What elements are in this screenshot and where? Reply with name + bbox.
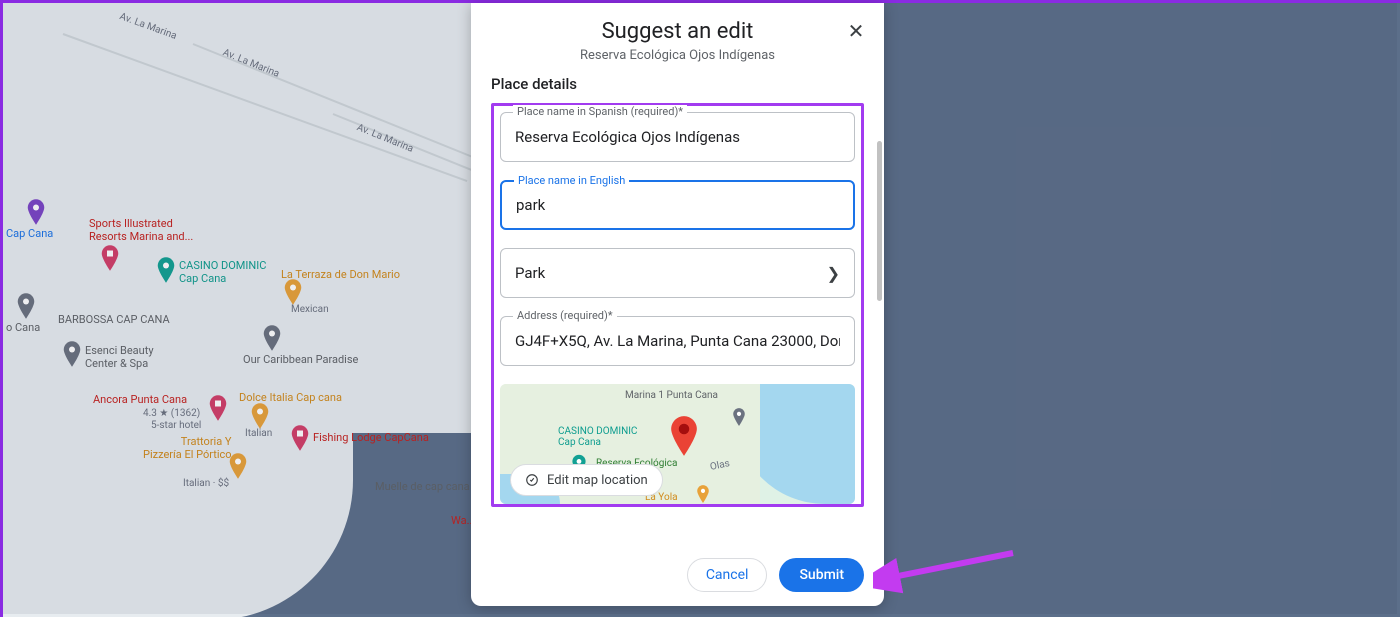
- suggest-edit-dialog: Suggest an edit Reserva Ecológica Ojos I…: [471, 3, 884, 606]
- place-name-spanish-input[interactable]: [515, 128, 840, 146]
- hotel-pin-icon[interactable]: [291, 425, 309, 451]
- mini-map-label: Marina 1 Punta Cana: [625, 390, 718, 401]
- place-name-spanish-field[interactable]: Place name in Spanish (required)*: [500, 112, 855, 162]
- dialog-subtitle: Reserva Ecológica Ojos Indígenas: [491, 48, 864, 63]
- address-field[interactable]: Address (required)*: [500, 316, 855, 366]
- restaurant-pin-icon: [697, 485, 710, 503]
- poi-label[interactable]: BARBOSSA CAP CANA: [58, 313, 170, 326]
- restaurant-pin-icon[interactable]: [284, 279, 302, 305]
- hotel-pin-icon[interactable]: [27, 199, 45, 225]
- field-label: Address (required)*: [513, 309, 617, 322]
- restaurant-pin-icon[interactable]: [251, 403, 269, 429]
- pin-icon[interactable]: [63, 341, 81, 367]
- address-input[interactable]: [515, 332, 840, 350]
- edit-location-icon: [525, 473, 539, 487]
- close-button[interactable]: ✕: [842, 17, 870, 45]
- restaurant-pin-icon[interactable]: [229, 453, 247, 479]
- section-heading: Place details: [491, 75, 864, 93]
- edit-map-location-label: Edit map location: [547, 473, 648, 488]
- teal-pin-icon[interactable]: [157, 257, 175, 283]
- annotation-highlight-box: Place name in Spanish (required)* Place …: [491, 103, 864, 507]
- poi-label[interactable]: Sports Illustrated Resorts Marina and...: [89, 217, 193, 243]
- place-name-english-field[interactable]: Place name in English: [500, 180, 855, 230]
- place-name-english-input[interactable]: [516, 196, 839, 214]
- mini-map-label: CASINO DOMINIC Cap Cana: [558, 426, 637, 448]
- hotel-pin-icon[interactable]: [209, 395, 227, 421]
- scrollbar[interactable]: [877, 141, 882, 301]
- poi-label[interactable]: Trattoria Y Pizzería El Pórtico: [143, 435, 232, 461]
- pin-icon[interactable]: [263, 325, 281, 351]
- poi-label[interactable]: CASINO DOMINIC Cap Cana: [179, 259, 266, 285]
- poi-label[interactable]: o Cana: [6, 321, 40, 334]
- pin-icon: [733, 408, 746, 426]
- chevron-right-icon: ❯: [827, 264, 840, 283]
- cancel-button[interactable]: Cancel: [687, 558, 768, 592]
- poi-label[interactable]: Fishing Lodge CapCana: [313, 431, 429, 444]
- close-icon: ✕: [848, 19, 865, 43]
- hotel-pin-icon[interactable]: [101, 245, 119, 271]
- poi-label[interactable]: Cap Cana: [6, 227, 53, 240]
- pin-icon[interactable]: [17, 293, 35, 319]
- field-label: Place name in English: [514, 174, 629, 187]
- field-label: Place name in Spanish (required)*: [513, 105, 687, 118]
- dialog-title: Suggest an edit: [491, 19, 864, 44]
- poi-sublabel: Italian · $$: [183, 477, 229, 490]
- location-mini-map[interactable]: Marina 1 Punta Cana CASINO DOMINIC Cap C…: [500, 384, 855, 504]
- poi-label[interactable]: Muelle de cap cana: [375, 480, 470, 493]
- poi-sublabel: 5-star hotel: [151, 419, 201, 432]
- category-value: Park: [515, 264, 545, 282]
- poi-label[interactable]: Dolce Italia Cap cana: [239, 391, 342, 404]
- edit-map-location-button[interactable]: Edit map location: [510, 464, 663, 496]
- poi-label[interactable]: La Terraza de Don Mario: [281, 268, 400, 281]
- location-marker-icon[interactable]: [670, 416, 698, 460]
- submit-button[interactable]: Submit: [779, 558, 864, 592]
- poi-label[interactable]: Esenci Beauty Center & Spa: [85, 344, 154, 370]
- poi-sublabel: Mexican: [291, 303, 329, 316]
- category-selector[interactable]: Park ❯: [500, 248, 855, 298]
- poi-sublabel: Italian: [245, 427, 272, 440]
- poi-label[interactable]: Ancora Punta Cana: [93, 393, 187, 406]
- poi-label[interactable]: Our Caribbean Paradise: [243, 353, 358, 366]
